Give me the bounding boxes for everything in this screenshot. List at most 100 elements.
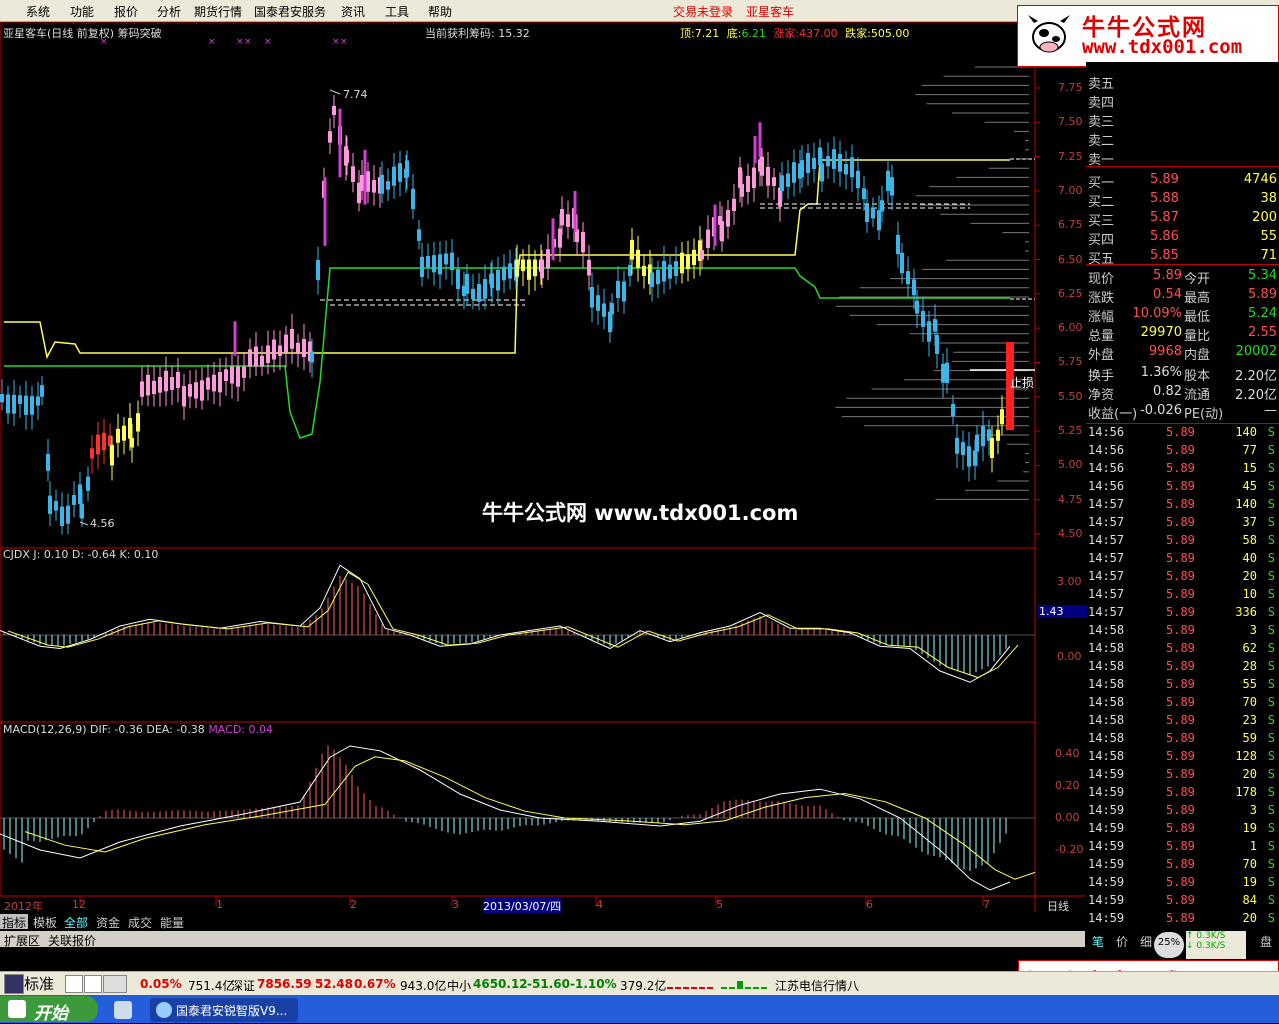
extension-tabs: 扩展区 关联报价 (0, 931, 1085, 948)
candle-body (260, 355, 264, 367)
tab-book[interactable]: 盘 (1258, 933, 1274, 949)
candle-body (608, 311, 612, 333)
candle-body (935, 335, 939, 354)
buy-volume: 4746 (1243, 172, 1277, 187)
tick-volume: 20 (1242, 767, 1257, 781)
quick-launch[interactable] (106, 999, 142, 1021)
date-tick-label: 6 (866, 898, 873, 911)
tab-indicator[interactable]: 指标 (0, 914, 29, 930)
tab-price[interactable]: 价 (1114, 933, 1130, 949)
menu-item-function[interactable]: 功能 (70, 3, 94, 20)
desktop-icon[interactable] (114, 1001, 132, 1019)
buy-row[interactable]: 买四 5.86 55 (1086, 228, 1279, 248)
mode-label[interactable]: 标准 (24, 973, 54, 994)
tick-volume: 28 (1242, 659, 1257, 673)
divider (1086, 166, 1279, 167)
menu-item-help[interactable]: 帮助 (428, 3, 452, 20)
indicator-tabs: 指标 模板 全部 资金 成交 能量 (0, 913, 1085, 930)
date-tick-label: 2012年 (4, 900, 43, 913)
menu-item-info[interactable]: 资讯 (341, 3, 365, 20)
candle-body (680, 252, 684, 274)
tab-tick[interactable]: 笔 (1090, 933, 1106, 949)
tab-all[interactable]: 全部 (62, 914, 90, 930)
candle-body (915, 300, 919, 314)
buy-row[interactable]: 买二 5.88 38 (1086, 190, 1279, 210)
sell-label: 卖五 (1088, 77, 1115, 92)
news-ticker[interactable]: 江苏电信行情八 (775, 977, 859, 994)
login-status[interactable]: 交易未登录 (673, 3, 733, 20)
candle-body (72, 495, 76, 505)
candle-body (60, 506, 64, 527)
tick-row: 14:58 5.89 55 S (1086, 676, 1279, 694)
tick-time: 14:58 (1088, 677, 1125, 691)
tab-fund[interactable]: 资金 (94, 914, 122, 930)
stat-label: 内盘 (1184, 348, 1211, 363)
cjdx-marker-label: 1.43 (1037, 605, 1087, 618)
price-tick-label: 7.25 (1058, 149, 1083, 163)
candle-body (692, 249, 696, 266)
candle-body (856, 170, 860, 189)
candle-body (136, 413, 140, 432)
arrange-icon[interactable] (84, 975, 102, 993)
menu-item-analysis[interactable]: 分析 (157, 3, 181, 20)
macd-title-a: MACD(12,26,9) DIF: -0.36 DEA: -0.38 (3, 723, 205, 736)
low-pointer (79, 521, 89, 526)
menu-item-service[interactable]: 国泰君安服务 (254, 3, 326, 20)
menu-item-system[interactable]: 系统 (26, 3, 50, 20)
buy-row[interactable]: 买五 5.85 71 (1086, 247, 1279, 267)
tick-time: 14:57 (1088, 533, 1125, 547)
buy-volume: 71 (1260, 248, 1277, 263)
app-icon[interactable] (4, 974, 24, 994)
tab-detail[interactable]: 细 (1138, 933, 1154, 949)
buy-volume: 200 (1252, 210, 1277, 225)
tick-volume: 3 (1249, 803, 1257, 817)
task-window[interactable]: 国泰君安锐智版V9... (150, 998, 298, 1022)
tick-time: 14:57 (1088, 497, 1125, 511)
tick-row: 14:58 5.89 3 S (1086, 622, 1279, 640)
candle-body (961, 442, 965, 456)
tick-side: S (1267, 803, 1275, 817)
stat-value: 0.54 (1153, 287, 1182, 302)
tick-side: S (1267, 461, 1275, 475)
stat-label: 涨跌 (1088, 291, 1115, 306)
tick-time: 14:56 (1088, 479, 1125, 493)
period-label[interactable]: 日线 (1047, 898, 1069, 914)
grid-icon[interactable] (103, 975, 127, 993)
candle-body (122, 425, 126, 441)
tab-energy[interactable]: 能量 (158, 914, 186, 930)
sz-change: 52.48 (315, 977, 353, 991)
stat-value: 2.20亿 (1235, 369, 1277, 384)
start-button[interactable]: 开始 (0, 996, 98, 1024)
tick-row: 14:59 5.89 1 S (1086, 838, 1279, 856)
buy-row[interactable]: 买一 5.89 4746 (1086, 171, 1279, 191)
menu-item-futures[interactable]: 期货行情 (194, 3, 242, 20)
tab-trade[interactable]: 成交 (126, 914, 154, 930)
tick-row: 14:57 5.89 336 S (1086, 604, 1279, 622)
kline-chart[interactable]: × × × × × × × (0, 22, 1086, 912)
tick-price: 5.89 (1166, 551, 1195, 565)
candle-body (266, 345, 270, 364)
logo-top: 牛牛公式网 www.tdx001.com (1017, 5, 1279, 67)
menu-item-tools[interactable]: 工具 (385, 3, 409, 20)
candle-body (411, 188, 415, 210)
tick-row: 14:57 5.89 58 S (1086, 532, 1279, 550)
candle-body (140, 381, 144, 397)
tab-extension[interactable]: 扩展区 (2, 932, 42, 948)
candle-body (990, 437, 994, 459)
tick-time: 14:56 (1088, 461, 1125, 475)
candle-body (766, 166, 770, 186)
candle-body (36, 396, 40, 406)
tick-side: S (1267, 713, 1275, 727)
high-mark: 7.74 (343, 88, 368, 101)
candle-body (772, 177, 776, 187)
mode-icon[interactable] (65, 975, 83, 993)
stat-value: 5.89 (1153, 268, 1182, 283)
candle-body (477, 283, 481, 302)
menu-item-quote[interactable]: 报价 (114, 3, 138, 20)
price-tick-label: 6.75 (1058, 218, 1083, 232)
buy-row[interactable]: 买三 5.87 200 (1086, 209, 1279, 229)
tick-volume: 70 (1242, 695, 1257, 709)
tab-template[interactable]: 模板 (31, 914, 59, 930)
tick-side: S (1267, 623, 1275, 637)
tab-related[interactable]: 关联报价 (46, 932, 98, 948)
